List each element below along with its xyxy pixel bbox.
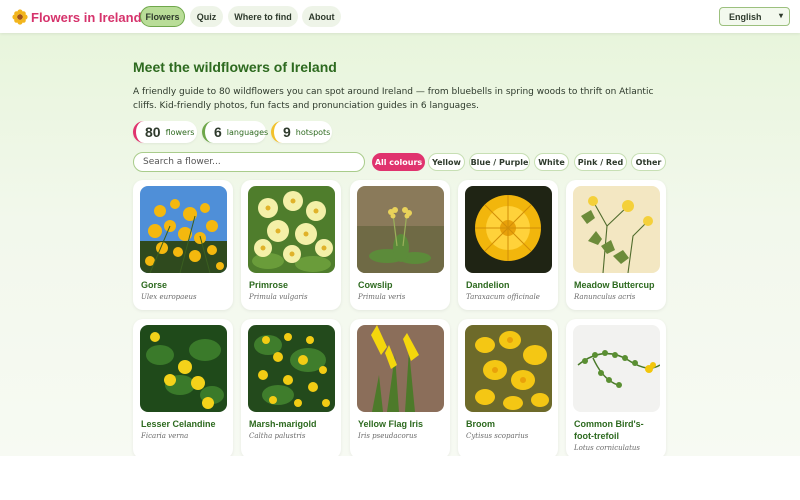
top-bar: Flowers in Ireland Flowers Quiz Where to… bbox=[0, 0, 800, 33]
flower-name: Primrose bbox=[249, 280, 289, 290]
stat-label: flowers bbox=[165, 127, 195, 137]
flower-photo bbox=[140, 186, 227, 273]
page-title: Meet the wildflowers of Ireland bbox=[133, 59, 337, 75]
flower-card-gorse[interactable]: Gorse Ulex europaeus bbox=[133, 180, 233, 310]
flower-card-common-birds-foot-trefoil[interactable]: Common Bird's-foot-trefoil Lotus cornicu… bbox=[566, 319, 666, 456]
filter-blue-purple[interactable]: Blue / Purple bbox=[469, 153, 530, 171]
flower-logo-icon bbox=[12, 9, 28, 25]
flower-latin-name: Ficaria verna bbox=[141, 432, 189, 440]
flower-name: Marsh-marigold bbox=[249, 419, 317, 429]
flower-card-marsh-marigold[interactable]: Marsh-marigold Caltha palustris bbox=[241, 319, 341, 456]
flower-latin-name: Iris pseudacorus bbox=[358, 432, 418, 440]
flower-latin-name: Cytisus scoparius bbox=[466, 432, 529, 440]
flower-photo bbox=[465, 186, 552, 273]
stat-languages: 6 languages bbox=[202, 121, 269, 143]
flower-photo bbox=[465, 325, 552, 412]
flower-photo bbox=[248, 186, 335, 273]
flower-card-lesser-celandine[interactable]: Lesser Celandine Ficaria verna bbox=[133, 319, 233, 456]
flower-card-primrose[interactable]: Primrose Primula vulgaris bbox=[241, 180, 341, 310]
flower-photo bbox=[357, 325, 444, 412]
chevron-down-icon: ▾ bbox=[778, 11, 783, 20]
flower-name: Common Bird's-foot-trefoil bbox=[574, 419, 644, 441]
nav-flowers[interactable]: Flowers bbox=[140, 6, 185, 27]
flower-name: Dandelion bbox=[466, 280, 510, 290]
flower-name: Meadow Buttercup bbox=[574, 280, 655, 290]
site-logo[interactable]: Flowers in Ireland bbox=[12, 8, 142, 26]
flower-latin-name: Ulex europaeus bbox=[141, 293, 197, 301]
filter-yellow[interactable]: Yellow bbox=[428, 153, 465, 171]
flower-latin-name: Lotus corniculatus bbox=[574, 444, 640, 452]
nav-quiz[interactable]: Quiz bbox=[190, 6, 223, 27]
language-select-value: English bbox=[729, 11, 762, 22]
filter-pink-red[interactable]: Pink / Red bbox=[574, 153, 627, 171]
flower-latin-name: Ranunculus acris bbox=[574, 293, 636, 301]
flower-name: Broom bbox=[466, 419, 495, 429]
stat-value: 6 bbox=[214, 124, 222, 140]
stat-flowers: 80 flowers bbox=[133, 121, 197, 143]
search-input[interactable] bbox=[133, 152, 365, 172]
flower-photo bbox=[140, 325, 227, 412]
flower-name: Yellow Flag Iris bbox=[358, 419, 424, 429]
stat-label: languages bbox=[226, 127, 269, 137]
stat-value: 80 bbox=[145, 124, 161, 140]
flower-photo bbox=[357, 186, 444, 273]
main-content: Meet the wildflowers of Ireland A friend… bbox=[0, 33, 800, 456]
stat-value: 9 bbox=[283, 124, 291, 140]
stat-hotspots: 9 hotspots bbox=[271, 121, 332, 143]
filter-other[interactable]: Other bbox=[631, 153, 666, 171]
flower-latin-name: Caltha palustris bbox=[249, 432, 306, 440]
flower-latin-name: Primula veris bbox=[358, 293, 406, 301]
flower-card-yellow-flag-iris[interactable]: Yellow Flag Iris Iris pseudacorus bbox=[350, 319, 450, 456]
flower-card-meadow-buttercup[interactable]: Meadow Buttercup Ranunculus acris bbox=[566, 180, 666, 310]
flower-photo bbox=[573, 186, 660, 273]
nav-about[interactable]: About bbox=[302, 6, 341, 27]
intro-text: A friendly guide to 80 wildflowers you c… bbox=[133, 87, 654, 111]
flower-card-cowslip[interactable]: Cowslip Primula veris bbox=[350, 180, 450, 310]
filter-all-colours[interactable]: All colours bbox=[372, 153, 425, 171]
flower-card-broom[interactable]: Broom Cytisus scoparius bbox=[458, 319, 558, 456]
filter-white[interactable]: White bbox=[534, 153, 569, 171]
flower-photo bbox=[248, 325, 335, 412]
flower-name: Cowslip bbox=[358, 280, 393, 290]
flower-name: Lesser Celandine bbox=[141, 419, 216, 429]
flower-photo bbox=[573, 325, 660, 412]
nav-where-to-find[interactable]: Where to find bbox=[228, 6, 298, 27]
flower-card-dandelion[interactable]: Dandelion Taraxacum officinale bbox=[458, 180, 558, 310]
site-title: Flowers in Ireland bbox=[31, 9, 142, 25]
language-select[interactable]: English ▾ bbox=[719, 7, 790, 26]
flower-latin-name: Primula vulgaris bbox=[249, 293, 308, 301]
flower-name: Gorse bbox=[141, 280, 168, 290]
flower-latin-name: Taraxacum officinale bbox=[466, 293, 540, 301]
stat-label: hotspots bbox=[295, 127, 331, 137]
